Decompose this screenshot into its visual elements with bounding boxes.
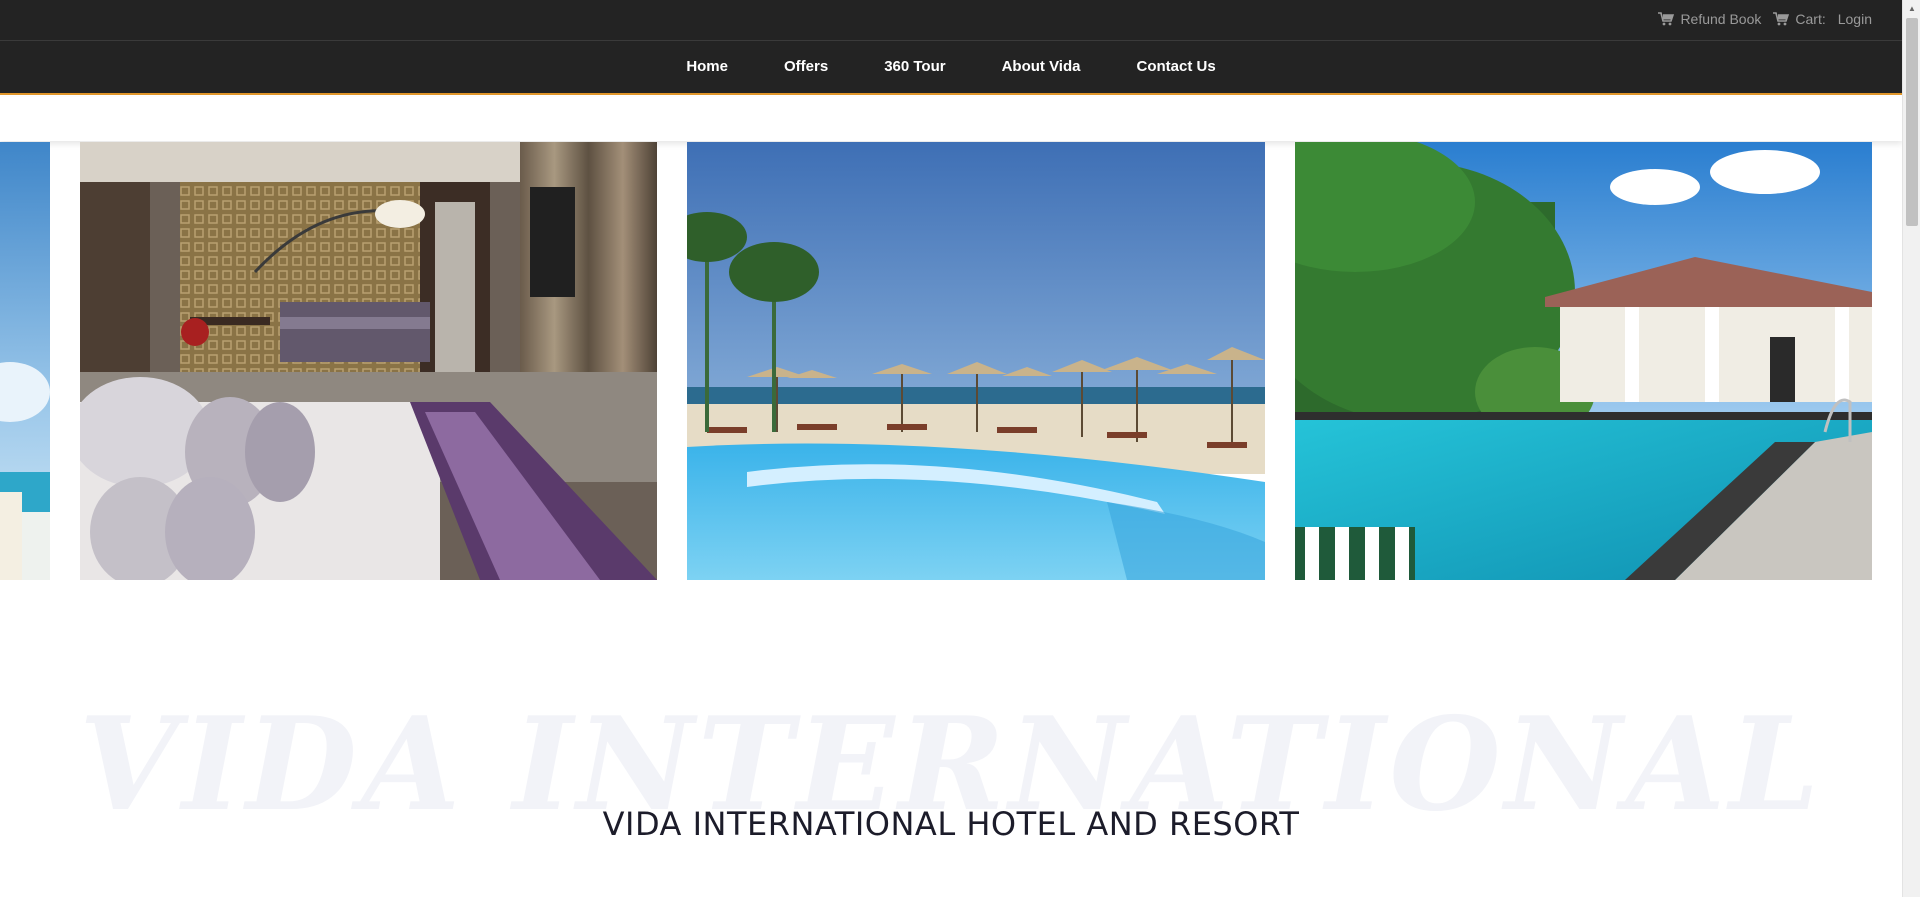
scroll-thumb[interactable] <box>1906 18 1918 226</box>
nav-item-contact-us[interactable]: Contact Us <box>1108 41 1243 93</box>
carousel-slide-villa-pool[interactable] <box>1295 142 1872 580</box>
nav-item-about-vida[interactable]: About Vida <box>974 41 1109 93</box>
carousel-slide-beach-pool[interactable] <box>687 142 1265 580</box>
image-carousel <box>0 142 1902 580</box>
scroll-up-arrow-icon[interactable]: ▲ <box>1903 0 1920 17</box>
main-navbar: Home Offers 360 Tour About Vida Contact … <box>0 41 1902 95</box>
carousel-slide-beach-partial[interactable] <box>0 142 50 580</box>
page-scrollbar[interactable]: ▲ <box>1902 0 1920 897</box>
nav-item-offers[interactable]: Offers <box>756 41 856 93</box>
nav-item-home[interactable]: Home <box>658 41 756 93</box>
page-title: VIDA INTERNATIONAL HOTEL AND RESORT <box>602 805 1300 843</box>
cart-icon <box>1658 12 1675 26</box>
cart-link[interactable]: Cart: <box>1773 11 1826 27</box>
nav-list: Home Offers 360 Tour About Vida Contact … <box>0 41 1902 93</box>
top-utility-bar: Refund Book Cart: Login <box>0 0 1902 41</box>
sub-header-strip <box>0 97 1902 141</box>
login-link[interactable]: Login <box>1838 11 1872 27</box>
nav-item-360-tour[interactable]: 360 Tour <box>856 41 973 93</box>
refund-book-label: Refund Book <box>1680 11 1762 27</box>
cart-icon <box>1773 12 1790 26</box>
refund-book-link[interactable]: Refund Book <box>1658 11 1761 27</box>
cart-label: Cart: <box>1795 11 1826 27</box>
top-links: Refund Book Cart: Login <box>1658 11 1872 27</box>
carousel-slide-bedroom[interactable] <box>80 142 657 580</box>
